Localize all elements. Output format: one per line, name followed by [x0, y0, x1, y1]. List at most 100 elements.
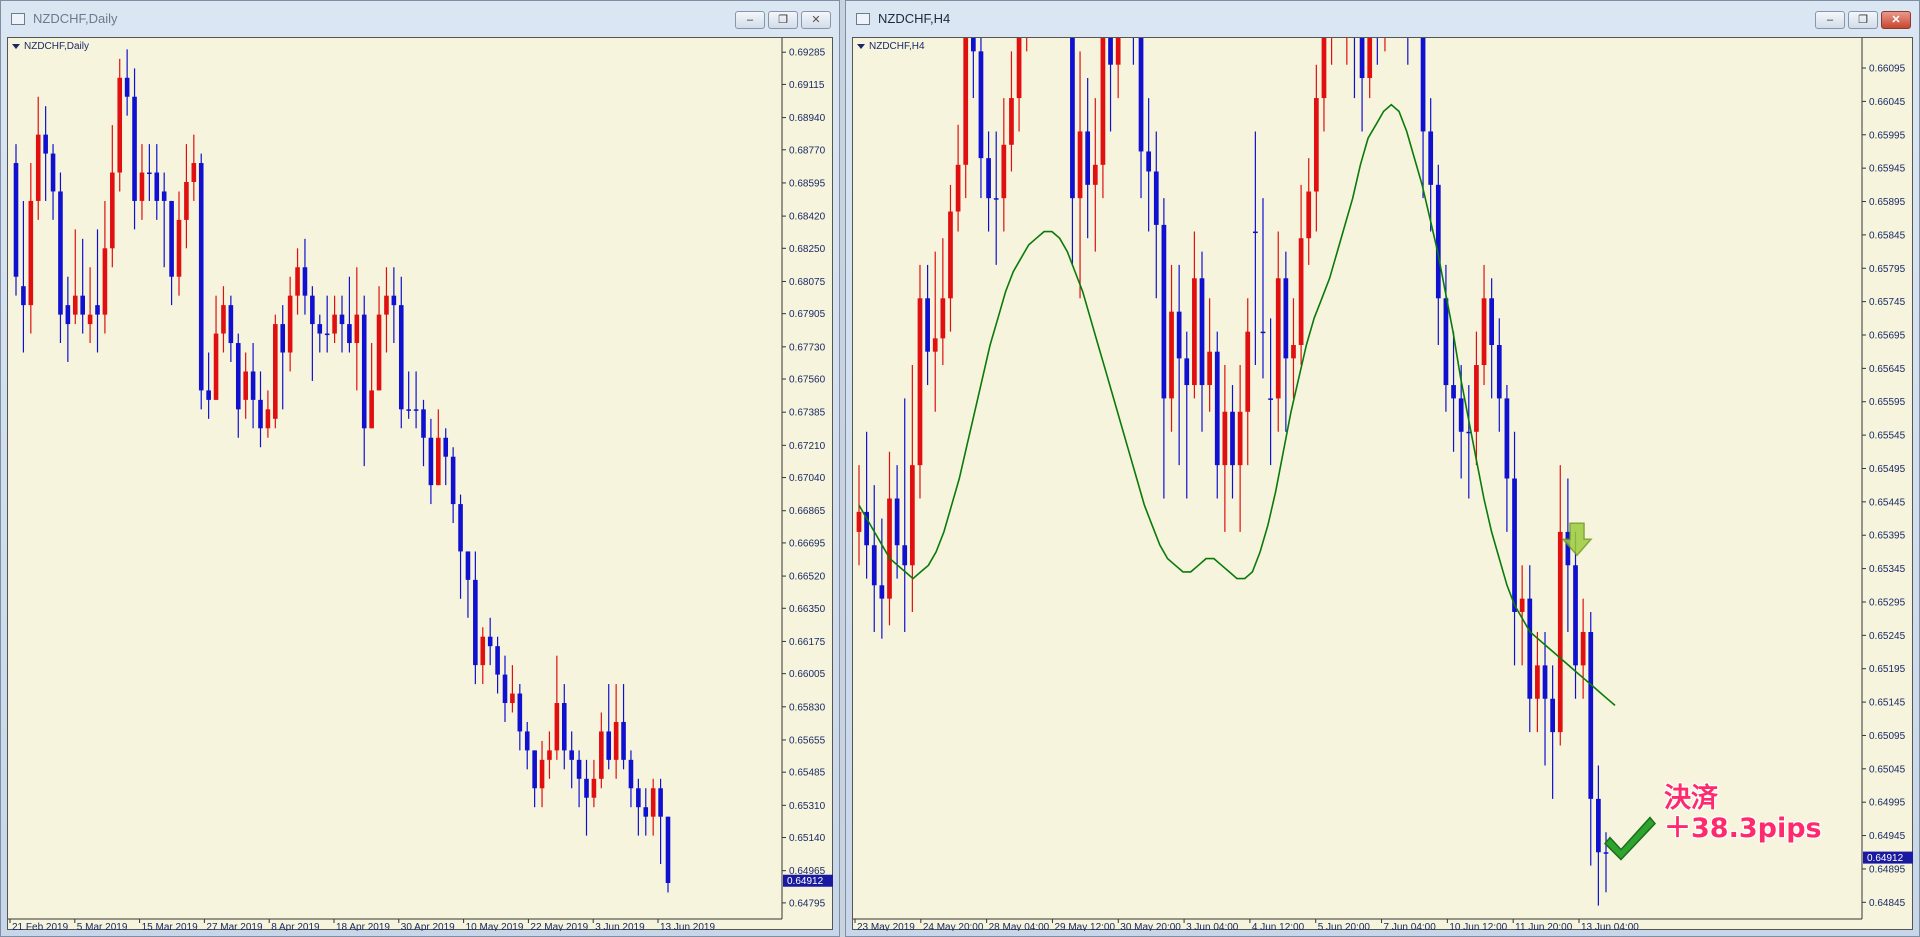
bear-candle: [72, 295, 78, 315]
price-tick-label: 0.65745: [1869, 297, 1906, 308]
bear-candle: [1001, 144, 1007, 199]
price-tick-label: 0.65485: [789, 768, 826, 779]
settlement-text: 決済: [1664, 783, 1718, 814]
close-icon: ✕: [811, 14, 821, 26]
price-tick-label: 0.66095: [1869, 64, 1906, 75]
price-tick-label: 0.67905: [789, 309, 826, 320]
bear-candle: [887, 498, 892, 599]
price-tick-label: 0.66175: [789, 637, 826, 648]
time-tick-label: 24 May 20:00: [923, 922, 984, 931]
bull-candle: [993, 198, 999, 200]
bull-candle: [258, 399, 263, 429]
minimize-button[interactable]: –: [735, 11, 765, 29]
bull-candle: [517, 693, 523, 732]
bull-candle: [398, 305, 404, 410]
bull-candle: [532, 750, 537, 789]
bear-candle: [287, 295, 293, 353]
chart-window-daily[interactable]: NZDCHF,Daily – ❐ ✕ 0.69285 0.69115 0.68940…: [0, 0, 840, 937]
bull-candle: [1199, 278, 1205, 386]
price-tick-label: 0.65345: [1869, 564, 1906, 575]
bull-candle: [665, 816, 671, 884]
bull-candle: [1184, 358, 1190, 386]
bear-candle: [940, 298, 946, 339]
price-tick-label: 0.65830: [789, 702, 826, 713]
time-tick-label: 15 Mar 2019: [142, 922, 199, 931]
price-tick-label: 0.67040: [789, 473, 826, 484]
bear-candle: [436, 437, 441, 486]
bear-candle: [1245, 331, 1251, 412]
price-tick-label: 0.66045: [1869, 97, 1906, 108]
chart-window-h4[interactable]: NZDCHF,H4 – ❐ ✕ 0.66095 0.66045 0.65995 0.6…: [845, 0, 1920, 937]
price-tick-label: 0.68075: [789, 277, 826, 288]
price-tick-label: 0.65845: [1869, 230, 1906, 241]
daily-candlestick-chart[interactable]: 0.69285 0.69115 0.68940 0.68770 0.68595 0.684…: [8, 38, 834, 931]
chart-area-h4[interactable]: 0.66095 0.66045 0.65995 0.65945 0.65895 0.658…: [852, 37, 1913, 931]
bull-candle: [970, 38, 976, 52]
bull-candle: [347, 324, 352, 344]
price-tick-label: 0.69115: [789, 80, 825, 91]
bull-candle: [50, 153, 56, 192]
restore-button[interactable]: ❐: [768, 11, 798, 29]
bear-candle: [354, 314, 360, 344]
bull-candle: [1504, 398, 1510, 479]
bear-candle: [110, 172, 115, 249]
price-tick-label: 0.64895: [1869, 864, 1906, 875]
bull-candle: [1542, 665, 1548, 699]
bear-candle: [1306, 191, 1312, 239]
price-tick-label: 0.67210: [789, 441, 826, 452]
bear-candle: [1237, 411, 1243, 466]
bull-candle: [13, 163, 19, 277]
bull-candle: [1435, 184, 1441, 299]
restore-button[interactable]: ❐: [1848, 11, 1878, 29]
bear-candle: [221, 305, 226, 334]
price-tick-label: 0.66005: [789, 669, 826, 680]
bull-candle: [443, 437, 449, 457]
time-tick-label: 4 Jun 12:00: [1252, 922, 1305, 931]
bear-candle: [963, 38, 969, 165]
bear-candle: [1580, 632, 1586, 666]
price-tick-label: 0.65945: [1869, 164, 1906, 175]
close-button[interactable]: ✕: [801, 11, 831, 29]
bull-candle: [1161, 224, 1167, 399]
title-bar[interactable]: NZDCHF,H4 – ❐ ✕: [846, 1, 1919, 37]
bull-candle: [95, 305, 100, 315]
time-tick-label: 28 May 04:00: [989, 922, 1050, 931]
bull-candle: [147, 172, 152, 175]
bull-candle: [1283, 278, 1289, 359]
bear-candle: [856, 511, 862, 532]
bull-candle: [413, 409, 419, 411]
bear-candle: [1222, 411, 1228, 466]
price-tick-label: 0.65245: [1869, 631, 1906, 642]
window-title: NZDCHF,Daily: [33, 11, 118, 26]
bear-candle: [87, 314, 93, 325]
dropdown-triangle-icon: [857, 44, 865, 49]
bull-candle: [1451, 385, 1456, 399]
bull-candle: [1070, 38, 1075, 199]
title-bar[interactable]: NZDCHF,Daily – ❐ ✕: [1, 1, 839, 37]
symbol-label-text: NZDCHF,Daily: [24, 41, 89, 52]
time-tick-label: 22 May 2019: [530, 922, 588, 931]
restore-icon: ❐: [1858, 14, 1868, 26]
time-tick-label: 23 May 2019: [857, 922, 915, 931]
bear-candle: [102, 248, 108, 315]
price-tick-label: 0.65140: [789, 833, 826, 844]
chart-area-daily[interactable]: 0.69285 0.69115 0.68940 0.68770 0.68595 0.684…: [7, 37, 834, 931]
bull-candle: [1603, 852, 1609, 854]
price-tick-label: 0.67730: [789, 342, 826, 353]
minimize-button[interactable]: –: [1815, 11, 1845, 29]
bull-candle: [458, 504, 463, 552]
bull-candle: [1596, 798, 1601, 853]
close-button[interactable]: ✕: [1881, 11, 1911, 29]
bear-candle: [1100, 38, 1106, 165]
bull-candle: [473, 579, 478, 666]
bear-candle: [117, 77, 123, 173]
time-tick-label: 10 May 2019: [466, 922, 524, 931]
bull-candle: [643, 807, 649, 817]
price-tick-label: 0.69285: [789, 48, 826, 59]
bull-candle: [986, 158, 991, 199]
price-tick-label: 0.65795: [1869, 264, 1906, 275]
bear-candle: [35, 134, 41, 201]
time-tick-label: 21 Feb 2019: [12, 922, 69, 931]
price-tick-label: 0.66695: [789, 538, 826, 549]
bull-candle: [406, 409, 411, 411]
